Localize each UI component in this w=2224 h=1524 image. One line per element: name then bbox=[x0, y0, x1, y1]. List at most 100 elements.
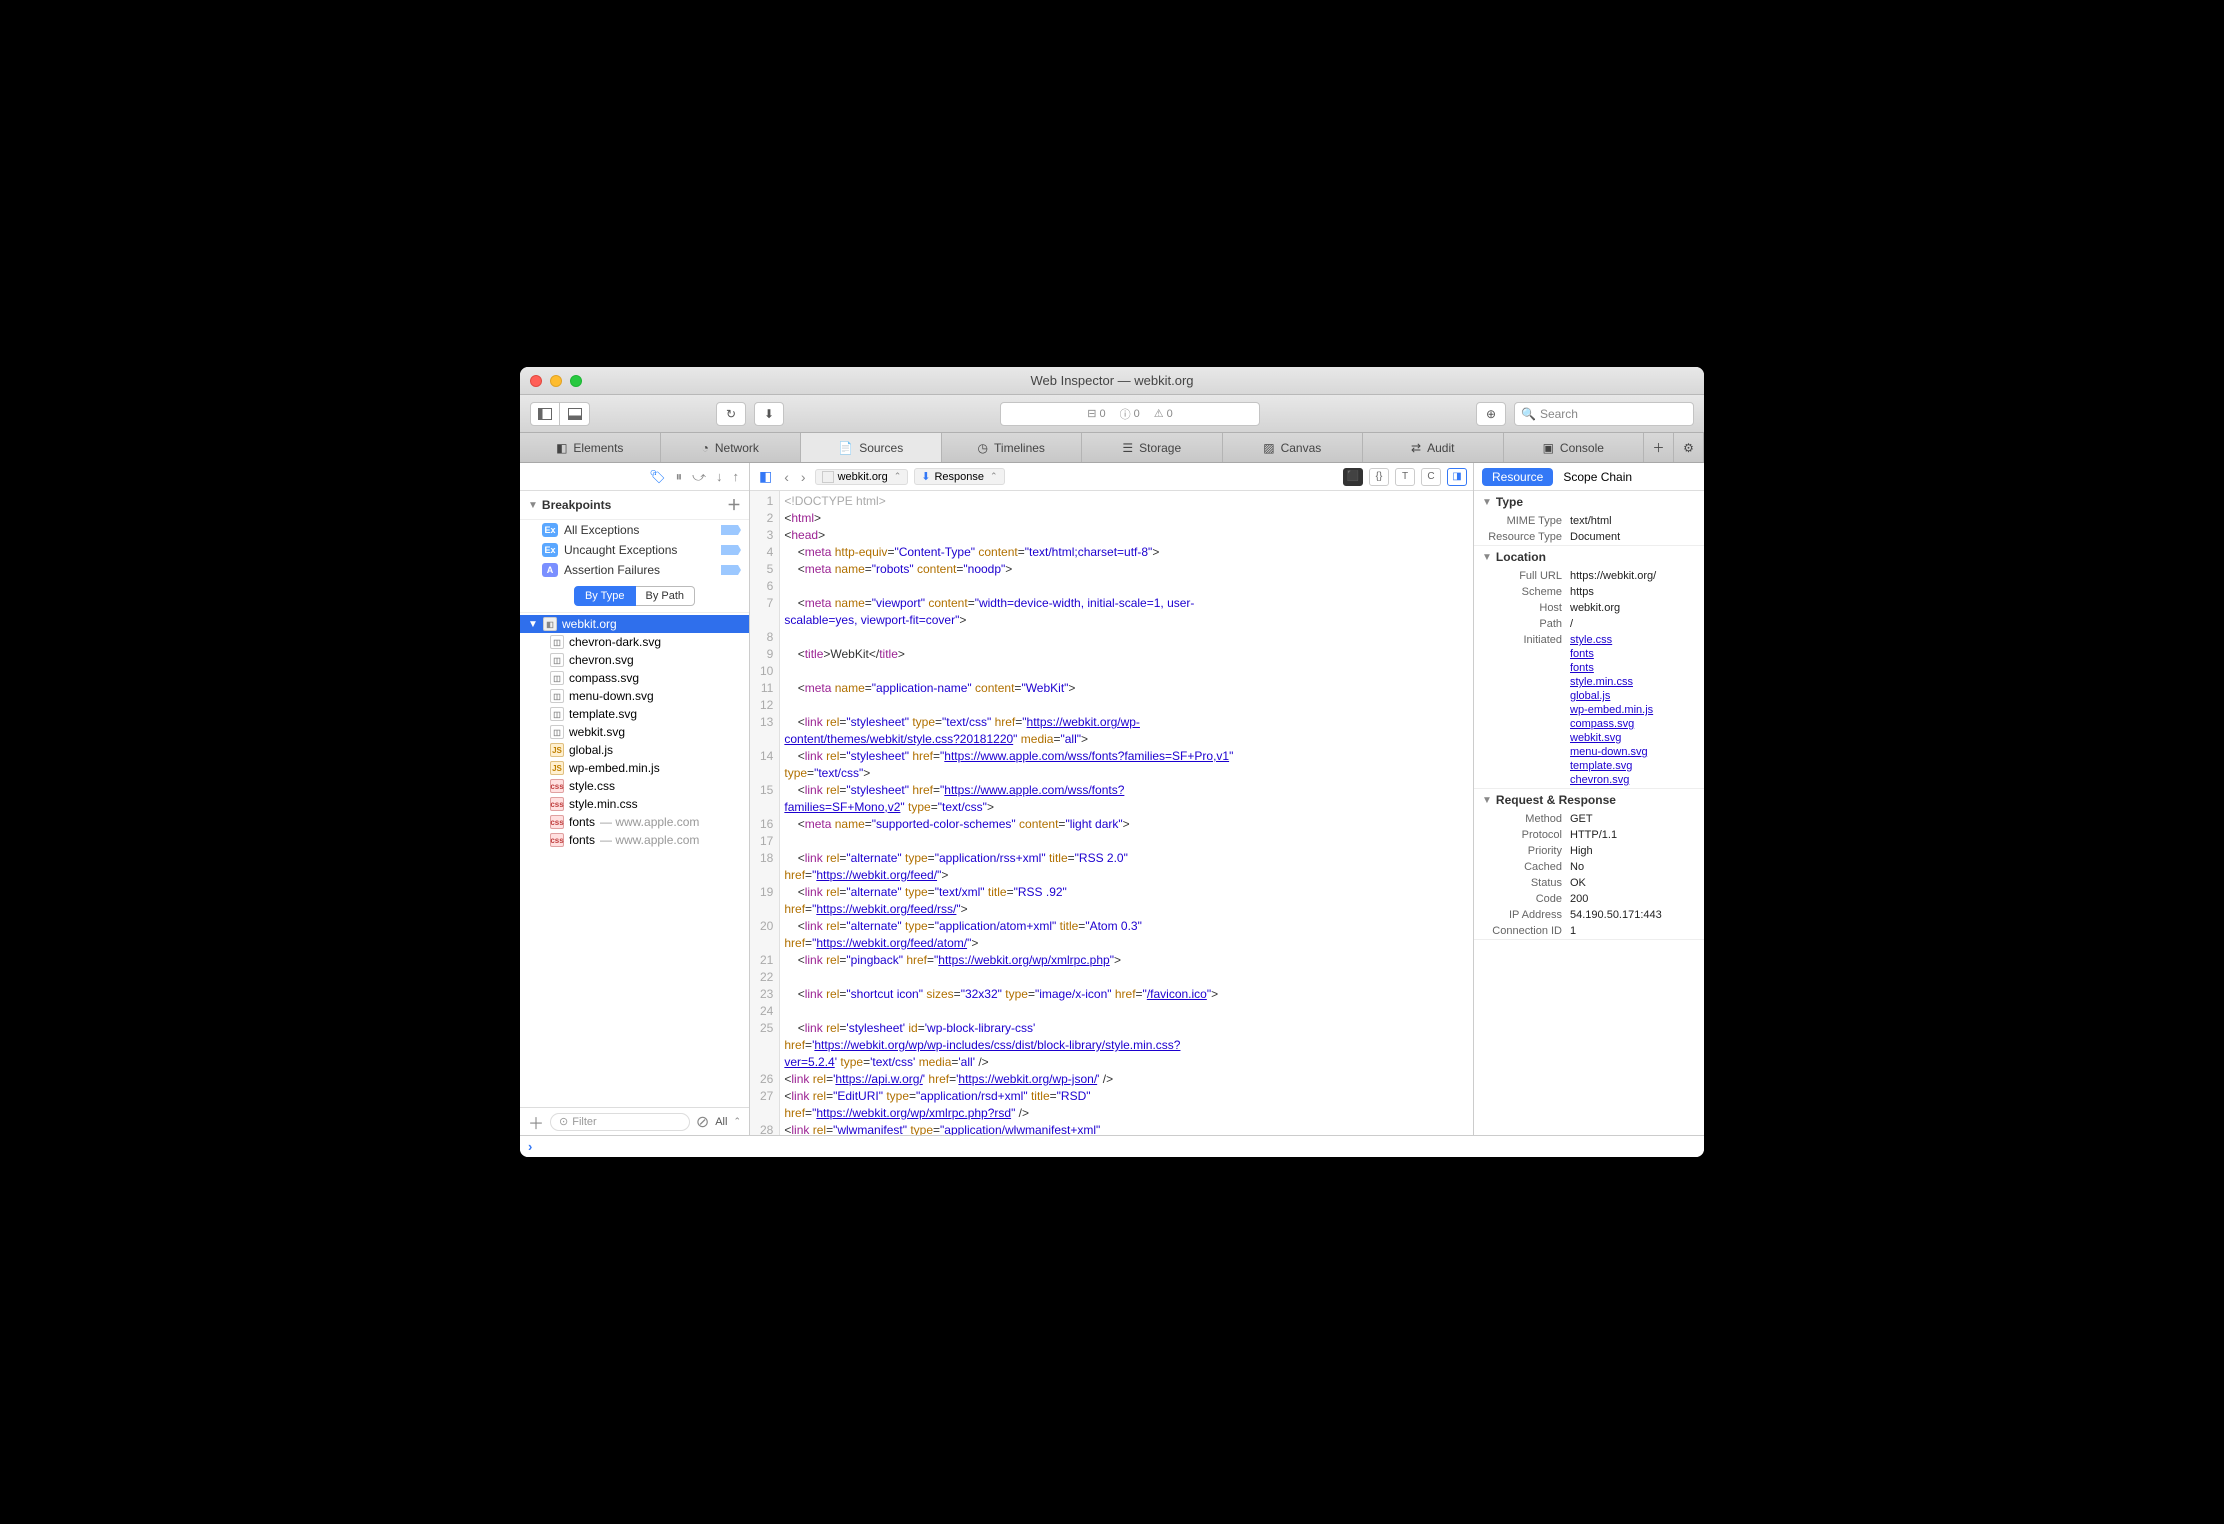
toggle-right-sidebar-button[interactable]: ◨ bbox=[1447, 468, 1467, 486]
css-file-icon: css bbox=[550, 815, 564, 829]
sidebar-footer: ＋ ⊙ Filter ⊘ All ⌃ bbox=[520, 1107, 749, 1135]
file-item[interactable]: cssfonts — www.apple.com bbox=[550, 831, 749, 849]
initiated-link[interactable]: template.svg bbox=[1570, 760, 1696, 772]
document-icon: ◧ bbox=[543, 617, 557, 631]
settings-button[interactable]: ⚙ bbox=[1674, 433, 1704, 462]
toggle-left-sidebar-button[interactable]: ◧ bbox=[756, 468, 775, 485]
tab-resource[interactable]: Resource bbox=[1482, 468, 1553, 486]
tab-console[interactable]: ▣Console bbox=[1504, 433, 1645, 462]
initiated-link[interactable]: webkit.svg bbox=[1570, 732, 1696, 744]
dock-bottom-button[interactable] bbox=[560, 402, 590, 426]
section-type-header[interactable]: ▼Type bbox=[1474, 491, 1704, 513]
tab-sources[interactable]: 📄Sources bbox=[801, 433, 942, 462]
pretty-print-button[interactable]: ⬛ bbox=[1343, 468, 1363, 486]
tab-timelines[interactable]: ◷Timelines bbox=[942, 433, 1083, 462]
initiated-link[interactable]: wp-embed.min.js bbox=[1570, 704, 1696, 716]
breakpoint-item[interactable]: AAssertion Failures bbox=[520, 560, 749, 580]
response-icon: ⬇ bbox=[921, 470, 930, 483]
step-out-icon[interactable]: ↑ bbox=[733, 469, 740, 484]
coverage-button[interactable]: C bbox=[1421, 468, 1441, 486]
pause-icon[interactable]: ⏸ bbox=[676, 469, 683, 485]
initiated-link[interactable]: menu-down.svg bbox=[1570, 746, 1696, 758]
breakpoint-item[interactable]: ExUncaught Exceptions bbox=[520, 540, 749, 560]
detail-row: CachedNo bbox=[1474, 859, 1704, 875]
initiated-link[interactable]: style.css bbox=[1570, 634, 1696, 646]
dock-side-button[interactable] bbox=[530, 402, 560, 426]
detail-row: Path/ bbox=[1474, 616, 1704, 632]
file-item[interactable]: ◫chevron.svg bbox=[550, 651, 749, 669]
filter-all-label[interactable]: All bbox=[715, 1116, 727, 1128]
add-resource-button[interactable]: ＋ bbox=[528, 1110, 544, 1134]
document-icon bbox=[822, 471, 834, 483]
step-over-icon[interactable]: ⤻ bbox=[692, 469, 706, 485]
file-item[interactable]: cssstyle.css bbox=[550, 777, 749, 795]
window-title: Web Inspector — webkit.org bbox=[520, 373, 1704, 388]
timelines-icon: ◷ bbox=[978, 441, 988, 455]
file-item[interactable]: cssstyle.min.css bbox=[550, 795, 749, 813]
errors-count: ⊟ 0 bbox=[1087, 407, 1105, 420]
breadcrumb-view[interactable]: ⬇Response⌃ bbox=[914, 468, 1004, 485]
curly-braces-icon[interactable]: {} bbox=[1369, 468, 1389, 486]
breakpoint-item[interactable]: ExAll Exceptions bbox=[520, 520, 749, 540]
section-rr-header[interactable]: ▼Request & Response bbox=[1474, 789, 1704, 811]
detail-row: Resource TypeDocument bbox=[1474, 529, 1704, 545]
file-item[interactable]: cssfonts — www.apple.com bbox=[550, 813, 749, 831]
step-into-icon[interactable]: ↓ bbox=[716, 469, 723, 484]
svg-file-icon: ◫ bbox=[550, 689, 564, 703]
type-profile-button[interactable]: T bbox=[1395, 468, 1415, 486]
tab-audit[interactable]: ⇄Audit bbox=[1363, 433, 1504, 462]
code-view[interactable]: 1234567891011121314151617181920212223242… bbox=[750, 491, 1473, 1135]
by-path-button[interactable]: By Path bbox=[636, 586, 696, 606]
tab-storage[interactable]: ☰Storage bbox=[1082, 433, 1223, 462]
file-item[interactable]: ◫webkit.svg bbox=[550, 723, 749, 741]
download-button[interactable]: ⬇ bbox=[754, 402, 784, 426]
new-tab-button[interactable]: ＋ bbox=[1644, 433, 1674, 462]
breakpoint-badge-icon: Ex bbox=[542, 523, 558, 537]
tree-root-item[interactable]: ▼ ◧ webkit.org bbox=[520, 615, 749, 633]
file-item[interactable]: ◫chevron-dark.svg bbox=[550, 633, 749, 651]
breakpoint-badge-icon: Ex bbox=[542, 543, 558, 557]
tab-canvas[interactable]: ▨Canvas bbox=[1223, 433, 1364, 462]
file-item[interactable]: JSwp-embed.min.js bbox=[550, 759, 749, 777]
initiated-link[interactable]: chevron.svg bbox=[1570, 774, 1696, 786]
add-breakpoint-button[interactable]: ＋ bbox=[727, 495, 741, 515]
search-icon: 🔍 bbox=[1521, 407, 1536, 421]
network-icon: ◔ bbox=[702, 441, 709, 455]
storage-icon: ☰ bbox=[1122, 441, 1133, 455]
titlebar[interactable]: Web Inspector — webkit.org bbox=[520, 367, 1704, 395]
status-pill[interactable]: ⊟ 0 ⓘ 0 ⚠ 0 bbox=[1000, 402, 1260, 426]
initiated-link[interactable]: fonts bbox=[1570, 648, 1696, 660]
reload-button[interactable]: ↻ bbox=[716, 402, 746, 426]
filter-input[interactable]: ⊙ Filter bbox=[550, 1113, 690, 1131]
nav-forward-button[interactable]: › bbox=[798, 469, 809, 485]
issues-icon[interactable]: ⊘ bbox=[696, 1112, 709, 1132]
filter-icon: ⊙ bbox=[559, 1115, 568, 1128]
section-location-header[interactable]: ▼Location bbox=[1474, 546, 1704, 568]
css-file-icon: css bbox=[550, 779, 564, 793]
file-item[interactable]: ◫compass.svg bbox=[550, 669, 749, 687]
initiated-link[interactable]: global.js bbox=[1570, 690, 1696, 702]
by-type-button[interactable]: By Type bbox=[574, 586, 636, 606]
sidebar-right: Resource Scope Chain ▼Type MIME Typetext… bbox=[1474, 463, 1704, 1135]
breakpoints-header[interactable]: ▼ Breakpoints ＋ bbox=[520, 491, 749, 520]
tab-elements[interactable]: ◧Elements bbox=[520, 433, 661, 462]
initiated-link[interactable]: fonts bbox=[1570, 662, 1696, 674]
tab-network[interactable]: ◔Network bbox=[661, 433, 802, 462]
tab-scope-chain[interactable]: Scope Chain bbox=[1563, 470, 1632, 484]
nav-back-button[interactable]: ‹ bbox=[781, 469, 792, 485]
file-item[interactable]: ◫template.svg bbox=[550, 705, 749, 723]
initiated-link[interactable]: compass.svg bbox=[1570, 718, 1696, 730]
breadcrumb-file[interactable]: webkit.org⌃ bbox=[815, 469, 909, 485]
search-input[interactable]: 🔍 Search bbox=[1514, 402, 1694, 426]
initiated-link[interactable]: style.min.css bbox=[1570, 676, 1696, 688]
detail-row: StatusOK bbox=[1474, 875, 1704, 891]
breakpoint-badge-icon: A bbox=[542, 563, 558, 577]
breakpoint-marker-icon[interactable]: 🏷 bbox=[649, 469, 666, 485]
chevron-icon[interactable]: ⌃ bbox=[733, 1116, 741, 1127]
console-bar[interactable]: › bbox=[520, 1135, 1704, 1157]
inspect-element-button[interactable]: ⊕ bbox=[1476, 402, 1506, 426]
file-item[interactable]: ◫menu-down.svg bbox=[550, 687, 749, 705]
file-item[interactable]: JSglobal.js bbox=[550, 741, 749, 759]
source-editor: ◧ ‹ › webkit.org⌃ ⬇Response⌃ ⬛ {} T C ◨ … bbox=[750, 463, 1474, 1135]
details-tabs: Resource Scope Chain bbox=[1474, 463, 1704, 491]
